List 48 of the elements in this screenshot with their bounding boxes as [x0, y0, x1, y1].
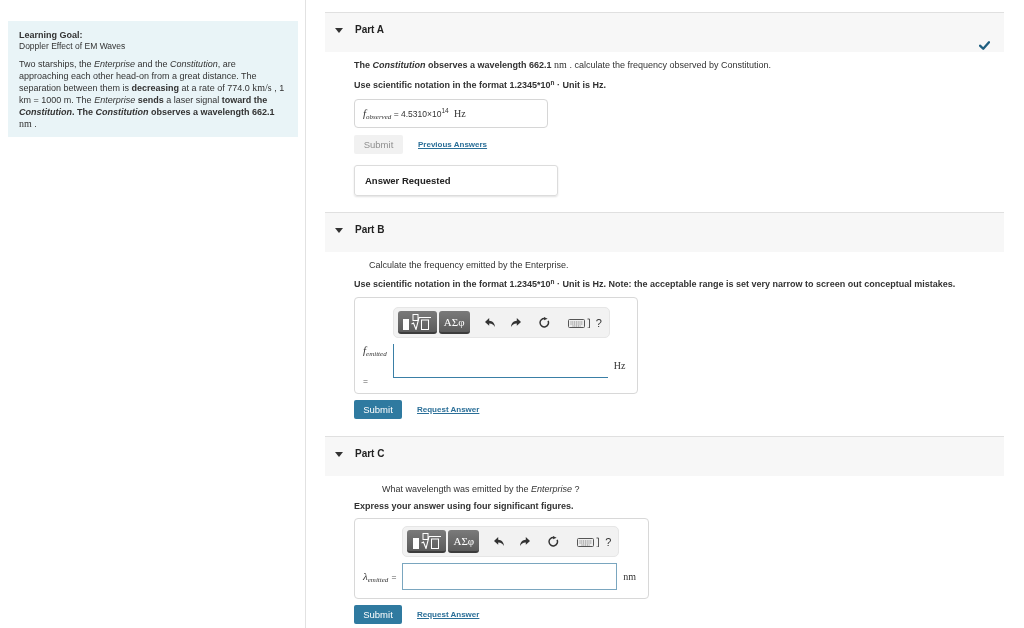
part-header[interactable]: Part A: [325, 12, 1004, 52]
problem-statement: Two starships, the Enterprise and the Constitution, are approaching each other head-on from a great distance. The separation between them is decreasing at a rate of 774.0 km/s , 1 km = 1000 m. The Enterprise sends a laser signal toward the Constitution. The Constitution observes a wavelength 662.1 nm .: [19, 58, 286, 130]
instruction-text: Use scientific notation in the format 1.2345*10$^{n}$ · Unit is Hz.: [354, 79, 608, 91]
equals-sign: =: [391, 571, 397, 582]
collapse-triangle-icon[interactable]: [335, 28, 343, 33]
symbols-button[interactable]: ΑΣφ: [448, 530, 480, 553]
question-text: Calculate the frequency emitted by the Enterprise.: [369, 259, 570, 271]
collapse-triangle-icon[interactable]: [335, 228, 343, 233]
answer-input[interactable]: [402, 563, 618, 590]
root-template-icon: [412, 532, 441, 549]
learning-goal-heading: Learning Goal:: [19, 29, 84, 41]
part-title: Part C: [355, 448, 385, 460]
keyboard-icon[interactable]: [567, 317, 591, 328]
help-button[interactable]: ?: [595, 316, 602, 329]
instruction-text: Use scientific notation in the format 1.2345*10$^{n}$ · Unit is Hz. Note: the acceptable range is set very narrow to screen out conceptual mistakes.: [354, 278, 957, 290]
question-text: What wavelength was emitted by the Enterprise ?: [382, 483, 581, 495]
instruction-text: Express your answer using four significant figures.: [354, 500, 575, 512]
part-header[interactable]: Part C: [325, 436, 1004, 476]
unit-label: Hz: [613, 359, 626, 371]
undo-icon[interactable]: [494, 537, 505, 546]
part-title: Part A: [355, 24, 385, 36]
learning-goal-topic: Doppler Effect of EM Waves: [19, 41, 127, 52]
templates-button[interactable]: [407, 530, 447, 553]
reset-icon[interactable]: [548, 536, 560, 547]
request-answer-link[interactable]: Request Answer: [417, 610, 480, 619]
part-header[interactable]: Part B: [325, 212, 1004, 252]
templates-button[interactable]: [397, 311, 437, 334]
unit-label: nm: [623, 571, 637, 582]
variable-label: λ$_{emitted}$: [363, 569, 389, 584]
redo-icon[interactable]: [520, 537, 531, 546]
undo-icon[interactable]: [484, 318, 495, 327]
submit-button[interactable]: Submit: [354, 400, 402, 419]
keyboard-icon[interactable]: [577, 536, 601, 547]
equals-sign: =: [363, 376, 368, 386]
part-title: Part B: [355, 224, 385, 236]
symbols-button[interactable]: ΑΣφ: [438, 311, 470, 334]
redo-icon[interactable]: [510, 318, 521, 327]
submit-button[interactable]: Submit: [354, 605, 402, 624]
feedback-message: Answer Requested: [354, 165, 558, 196]
reset-icon[interactable]: [538, 317, 550, 328]
root-template-icon: [403, 313, 432, 330]
previous-answers-link[interactable]: Previous Answers: [418, 140, 488, 149]
help-button[interactable]: ?: [605, 535, 612, 548]
answer-expression: f$_{observed}$ = 4.5310×10$^{14}$ Hz: [363, 106, 466, 121]
collapse-triangle-icon[interactable]: [335, 452, 343, 457]
question-text: The Constitution observes a wavelength 662.1 nm . calculate the frequency observed by Constitution.: [354, 59, 772, 71]
variable-label: f$_{emitted}$: [363, 344, 387, 358]
request-answer-link[interactable]: Request Answer: [417, 405, 480, 414]
